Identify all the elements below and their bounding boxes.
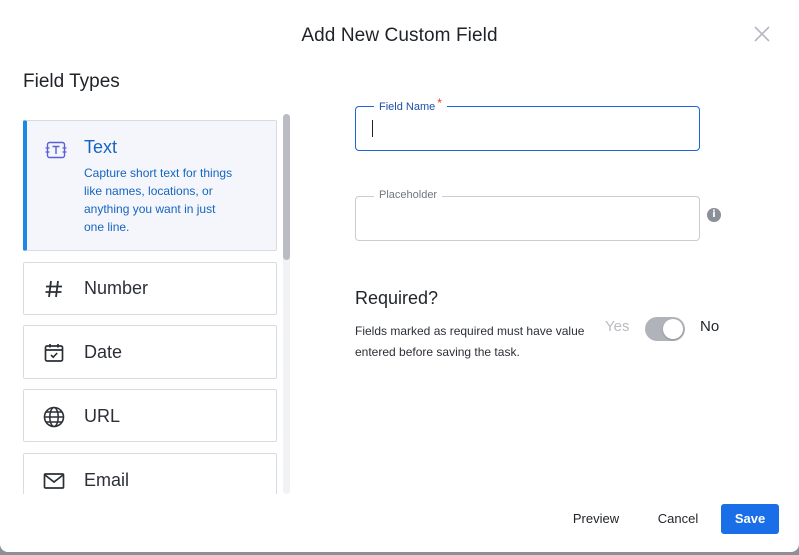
field-type-scrollbar[interactable]	[283, 114, 290, 494]
field-type-description: Capture short text for things like names…	[84, 166, 233, 234]
required-heading: Required?	[355, 288, 439, 308]
placeholder-field[interactable]: Placeholder	[355, 189, 700, 241]
field-type-number[interactable]: Number	[23, 262, 277, 315]
scrollbar-thumb[interactable]	[283, 114, 290, 260]
text-field-icon	[44, 138, 68, 162]
save-button[interactable]: Save	[721, 504, 779, 534]
dialog-title: Add New Custom Field	[301, 25, 498, 46]
field-type-label: URL	[84, 406, 121, 426]
required-no-label: No	[700, 318, 720, 335]
field-name-input[interactable]	[370, 119, 670, 139]
field-type-label: Text	[84, 137, 118, 157]
field-types-heading: Field Types	[23, 71, 120, 92]
field-type-label: Date	[84, 342, 123, 362]
placeholder-input[interactable]	[370, 209, 670, 229]
field-type-text[interactable]: Text Capture short text for things like …	[23, 120, 277, 251]
globe-icon	[42, 405, 66, 429]
field-type-list: Text Capture short text for things like …	[23, 120, 277, 494]
placeholder-label: Placeholder	[374, 189, 443, 201]
hash-icon	[42, 277, 66, 301]
close-icon[interactable]	[752, 24, 772, 44]
field-name-label: Field Name *	[374, 96, 447, 113]
custom-field-dialog: Add New Custom Field Field Types Text Ca…	[0, 0, 799, 552]
preview-button[interactable]: Preview	[563, 504, 629, 534]
field-type-email[interactable]: Email	[23, 453, 277, 494]
text-caret	[372, 120, 373, 137]
required-description: Fields marked as required must have valu…	[355, 324, 585, 359]
required-asterisk: *	[437, 96, 442, 110]
required-yes-label: Yes	[605, 318, 630, 335]
field-type-date[interactable]: Date	[23, 325, 277, 379]
info-icon[interactable]: i	[707, 208, 721, 222]
required-toggle[interactable]	[645, 317, 685, 341]
toggle-knob	[663, 319, 683, 339]
calendar-icon	[42, 341, 66, 365]
field-type-label: Email	[84, 470, 130, 490]
field-name-field[interactable]: Field Name *	[355, 96, 700, 151]
cancel-button[interactable]: Cancel	[648, 504, 708, 534]
field-type-url[interactable]: URL	[23, 389, 277, 442]
field-type-label: Number	[84, 278, 149, 298]
envelope-icon	[42, 469, 66, 493]
